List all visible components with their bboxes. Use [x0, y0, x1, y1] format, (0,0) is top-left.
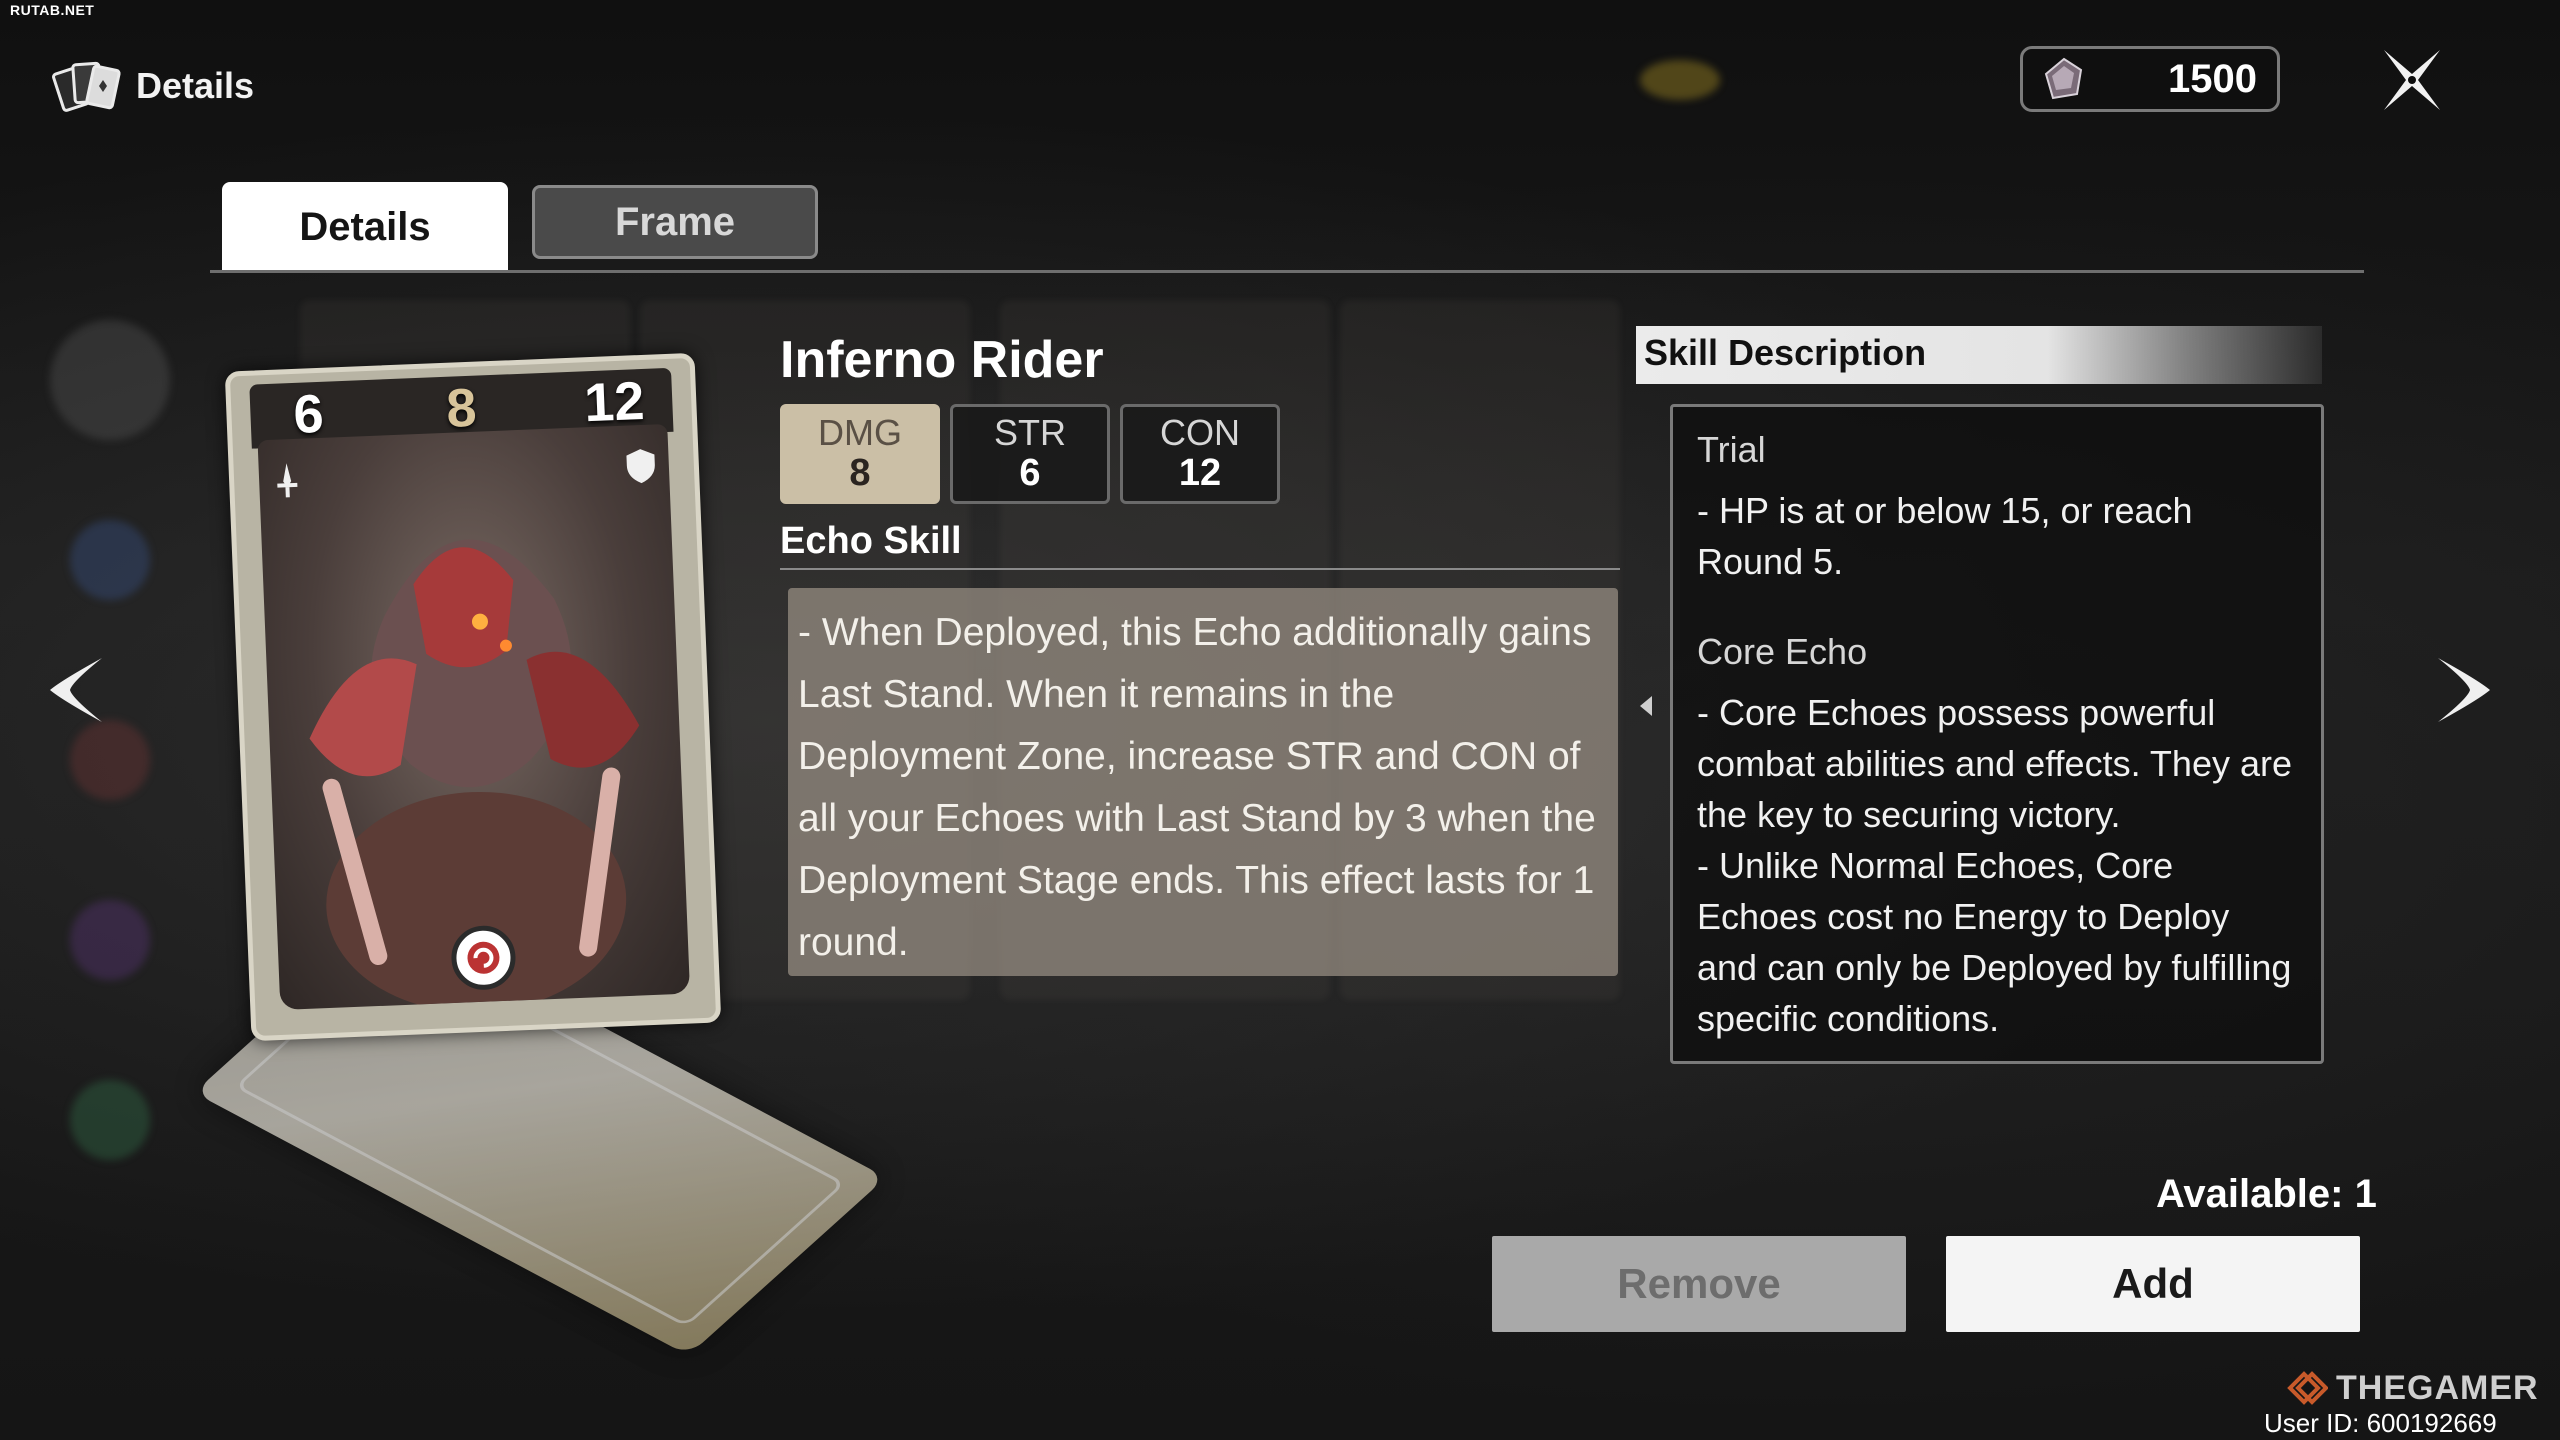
site-watermark: RUTAB.NET	[10, 2, 95, 18]
echo-card: 6 8 12	[224, 352, 722, 1042]
crystal-icon	[2044, 57, 2083, 100]
available-count: Available: 1	[2156, 1172, 2377, 1216]
blurred-sidebar-icon	[50, 320, 170, 440]
pointer-icon	[1640, 696, 1652, 716]
cards-icon	[52, 61, 121, 112]
add-button[interactable]: Add	[1946, 1236, 2360, 1332]
core-echo-heading: Core Echo	[1697, 631, 1868, 672]
blurred-sidebar-icon	[70, 720, 150, 800]
stat-value: 8	[849, 451, 871, 494]
monster-art	[309, 539, 640, 1010]
echo-skill-title: Echo Skill	[780, 520, 962, 562]
brand-watermark: THEGAMER	[2284, 1368, 2539, 1408]
echo-skill-text: - When Deployed, this Echo additionally …	[788, 588, 1618, 976]
trial-text: - HP is at or below 15, or reach Round 5…	[1697, 490, 2193, 582]
skill-description-title: Skill Description	[1644, 332, 1927, 373]
stat-label: DMG	[818, 412, 902, 454]
tab-divider	[210, 270, 2364, 273]
card-art	[257, 423, 691, 1010]
trial-heading: Trial	[1697, 429, 1766, 470]
shield-icon	[626, 449, 655, 484]
chevron-left-icon[interactable]	[42, 650, 112, 730]
currency-display: 1500	[2020, 46, 2280, 112]
user-id: User ID: 600192669	[2264, 1408, 2497, 1438]
close-icon[interactable]	[2372, 40, 2452, 120]
page-title: Details	[136, 65, 255, 106]
stat-box-str[interactable]: STR 6	[950, 404, 1110, 504]
remove-button[interactable]: Remove	[1492, 1236, 1906, 1332]
stat-box-con[interactable]: CON 12	[1120, 404, 1280, 504]
tab-details[interactable]: Details	[222, 182, 508, 272]
stat-label: CON	[1160, 412, 1240, 454]
thegamer-logo-icon	[2287, 1371, 2328, 1405]
stat-box-dmg[interactable]: DMG 8	[780, 404, 940, 504]
stat-boxes: DMG 8 STR 6 CON 12	[780, 404, 1280, 504]
echo-name: Inferno Rider	[780, 331, 1104, 389]
blurred-sidebar-icon	[70, 1080, 150, 1160]
core-echo-text: - Core Echoes possess powerful combat ab…	[1697, 692, 2293, 835]
currency-value: 1500	[2168, 56, 2257, 101]
brand-text: THEGAMER	[2336, 1368, 2539, 1407]
core-echo-text: - Unlike Normal Echoes, Core Echoes cost…	[1697, 845, 2292, 1039]
stat-value: 6	[1019, 451, 1041, 494]
blurred-toggle	[1640, 60, 1720, 100]
page-header: Details	[52, 56, 254, 116]
chevron-right-icon[interactable]	[2428, 650, 2498, 730]
skill-description-panel: Trial - HP is at or below 15, or reach R…	[1670, 404, 2324, 1064]
sword-icon	[277, 463, 298, 498]
tab-frame[interactable]: Frame	[532, 185, 818, 259]
blurred-sidebar-icon	[70, 520, 150, 600]
stat-value: 12	[1178, 451, 1222, 494]
echo-skill-divider	[780, 568, 1620, 570]
blurred-sidebar-icon	[70, 900, 150, 980]
stat-label: STR	[994, 412, 1066, 454]
